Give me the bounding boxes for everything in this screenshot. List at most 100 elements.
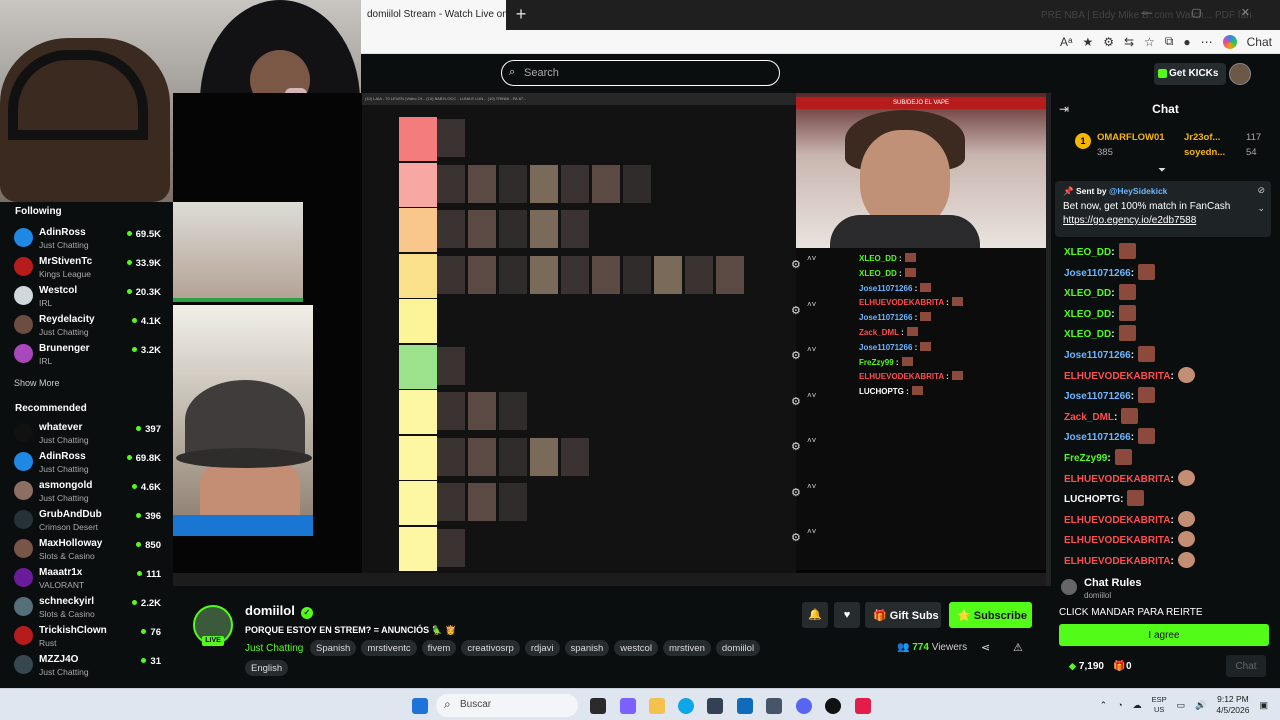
chat-username[interactable]: XLEO_DD	[1064, 309, 1111, 320]
copilot-icon[interactable]	[1222, 34, 1237, 49]
gear-icon[interactable]: ⚙	[791, 395, 803, 408]
channel-name[interactable]: domiilol ✓	[245, 603, 313, 619]
sidebar-channel-item[interactable]: TrickishClown Rust 76	[14, 624, 164, 652]
chevron-up-down-icon[interactable]: ˄˅	[807, 345, 819, 357]
chat-username[interactable]: FreZzy99	[1064, 453, 1107, 464]
chevron-down-icon[interactable]: ⌄	[1257, 203, 1265, 214]
task-view-icon[interactable]	[590, 698, 606, 714]
sidebar-channel-item[interactable]: schneckyirl Slots & Casino 2.2K	[14, 595, 164, 623]
gear-icon[interactable]: ⚙	[791, 258, 803, 271]
tiktok-icon[interactable]	[855, 698, 871, 714]
gear-icon[interactable]: ⚙	[791, 440, 803, 453]
discord-icon[interactable]	[796, 698, 812, 714]
sidebar-channel-item[interactable]: MrStivenTc Kings League 33.9K	[14, 255, 164, 283]
chat-username[interactable]: Jose11071266	[1064, 350, 1131, 361]
window-controls[interactable]: — ▢ ✕	[1141, 6, 1268, 19]
gear-icon[interactable]: ⚙	[791, 304, 803, 317]
split-screen-icon[interactable]: ⇆	[1124, 35, 1134, 49]
favorites-icon[interactable]: ☆	[1144, 35, 1155, 49]
sidekick-link[interactable]: https://go.egency.io/e2db7588	[1063, 215, 1196, 226]
sidebar-channel-item[interactable]: whatever Just Chatting 397	[14, 421, 164, 449]
stream-tag[interactable]: rdjavi	[524, 640, 560, 656]
copilot-chat-label[interactable]: Chat	[1247, 35, 1272, 49]
expand-gifters-icon[interactable]: ⏷	[1158, 165, 1166, 176]
gear-icon[interactable]: ⚙	[791, 349, 803, 362]
gear-icon[interactable]: ⚙	[791, 486, 803, 499]
favorite-star-icon[interactable]: ★	[1082, 35, 1093, 49]
chat-username[interactable]: ELHUEVODEKABRITA	[1064, 535, 1170, 546]
stream-tag[interactable]: westcol	[614, 640, 658, 656]
stream-tag[interactable]: fivem	[421, 640, 457, 656]
chat-username[interactable]: XLEO_DD	[1064, 288, 1111, 299]
unpin-icon[interactable]: ⊘	[1257, 185, 1265, 196]
file-explorer-icon[interactable]	[649, 698, 665, 714]
stream-tag[interactable]: mrstiven	[662, 640, 711, 656]
sidebar-channel-item[interactable]: GrubAndDub Crimson Desert 396	[14, 508, 164, 536]
chevron-up-down-icon[interactable]: ˄˅	[807, 391, 819, 403]
sidebar-channel-item[interactable]: Maaatr1x VALORANT 111	[14, 566, 164, 594]
search-input[interactable]: Search	[501, 60, 780, 86]
copilot-taskbar-icon[interactable]	[620, 698, 636, 714]
kicks-balance[interactable]: 7,190	[1069, 661, 1104, 672]
chat-username[interactable]: ELHUEVODEKABRITA	[1064, 515, 1170, 526]
profile-icon[interactable]: ●	[1183, 35, 1190, 49]
sidebar-channel-item[interactable]: AdinRoss Just Chatting 69.5K	[14, 226, 164, 254]
stream-tag[interactable]: spanish	[564, 640, 610, 656]
sidekick-handle[interactable]: @HeySidekick	[1109, 186, 1167, 196]
chat-username[interactable]: Zack_DML	[1064, 412, 1114, 423]
stream-tag[interactable]: domiilol	[715, 640, 761, 656]
sidebar-channel-item[interactable]: MaxHolloway Slots & Casino 850	[14, 537, 164, 565]
chevron-up-icon[interactable]: ⌃	[1100, 700, 1108, 711]
gifter-name[interactable]: OMARFLOW01	[1097, 132, 1165, 143]
share-icon[interactable]: ⋖	[981, 641, 990, 654]
get-kicks-button[interactable]: Get KICKs	[1154, 63, 1226, 85]
show-more-button[interactable]: Show More	[14, 378, 60, 388]
windows-start-icon[interactable]	[412, 698, 428, 714]
network-icon[interactable]: ◔	[1117, 700, 1122, 710]
browser-tab-active[interactable]: domiilol Stream - Watch Live on K	[361, 0, 506, 30]
language-tag[interactable]: English	[245, 660, 289, 676]
chat-username[interactable]: ELHUEVODEKABRITA	[1064, 371, 1170, 382]
stream-category[interactable]: Just Chatting	[245, 643, 303, 654]
chat-username[interactable]: LUCHOPTG	[1064, 494, 1120, 505]
sidebar-channel-item[interactable]: AdinRoss Just Chatting 69.8K	[14, 450, 164, 478]
clock[interactable]: 9:12 PM 4/5/2026	[1216, 694, 1249, 716]
app-icon[interactable]	[766, 698, 782, 714]
report-icon[interactable]: ⚠	[1013, 641, 1023, 654]
stream-tag[interactable]: mrstiventc	[361, 640, 417, 656]
gifter-name[interactable]: Jr23of...	[1184, 132, 1220, 143]
chat-username[interactable]: XLEO_DD	[1064, 329, 1111, 340]
more-icon[interactable]: ⋯	[1201, 35, 1213, 49]
chevron-up-down-icon[interactable]: ˄˅	[807, 254, 819, 266]
collapse-chat-icon[interactable]: ⇥	[1059, 102, 1069, 116]
onedrive-icon[interactable]: ☁	[1133, 700, 1142, 711]
stream-tag[interactable]: Spanish	[310, 640, 357, 656]
language-indicator[interactable]: ESP US	[1152, 695, 1167, 715]
edge-browser-icon[interactable]	[678, 698, 694, 714]
stream-tag[interactable]: creativosrp	[461, 640, 520, 656]
gifter-name[interactable]: soyedn...	[1184, 147, 1225, 158]
taskbar-search[interactable]: Buscar	[436, 694, 578, 717]
chat-username[interactable]: Jose11071266	[1064, 268, 1131, 279]
sidebar-channel-item[interactable]: asmongold Just Chatting 4.6K	[14, 479, 164, 507]
agree-button[interactable]: I agree	[1059, 624, 1269, 646]
channel-name-text[interactable]: domiilol	[245, 603, 295, 618]
collections-icon[interactable]: ⧉	[1165, 34, 1174, 49]
sidebar-channel-item[interactable]: Westcol IRL 20.3K	[14, 284, 164, 312]
subscribe-button[interactable]: ⭐ Subscribe	[949, 602, 1032, 628]
chevron-up-down-icon[interactable]: ˄˅	[807, 482, 819, 494]
follow-heart-icon[interactable]: ♥	[834, 602, 860, 628]
chat-username[interactable]: ELHUEVODEKABRITA	[1064, 474, 1170, 485]
store-icon[interactable]	[707, 698, 723, 714]
sidebar-channel-item[interactable]: Reydelacity Just Chatting 4.1K	[14, 313, 164, 341]
new-tab-button[interactable]: +	[511, 4, 531, 24]
chat-username[interactable]: XLEO_DD	[1064, 247, 1111, 258]
sidebar-channel-item[interactable]: Brunenger IRL 3.2K	[14, 342, 164, 370]
gift-subs-button[interactable]: 🎁 Gift Subs	[865, 602, 941, 628]
notifications-bell-icon[interactable]: 🔔	[802, 602, 828, 628]
extensions-icon[interactable]: ⚙	[1103, 35, 1114, 49]
notifications-icon[interactable]: ▣	[1259, 700, 1268, 711]
chat-username[interactable]: Jose11071266	[1064, 391, 1131, 402]
app-icon[interactable]	[737, 698, 753, 714]
read-aloud-icon[interactable]: Aᵃ	[1060, 35, 1072, 49]
